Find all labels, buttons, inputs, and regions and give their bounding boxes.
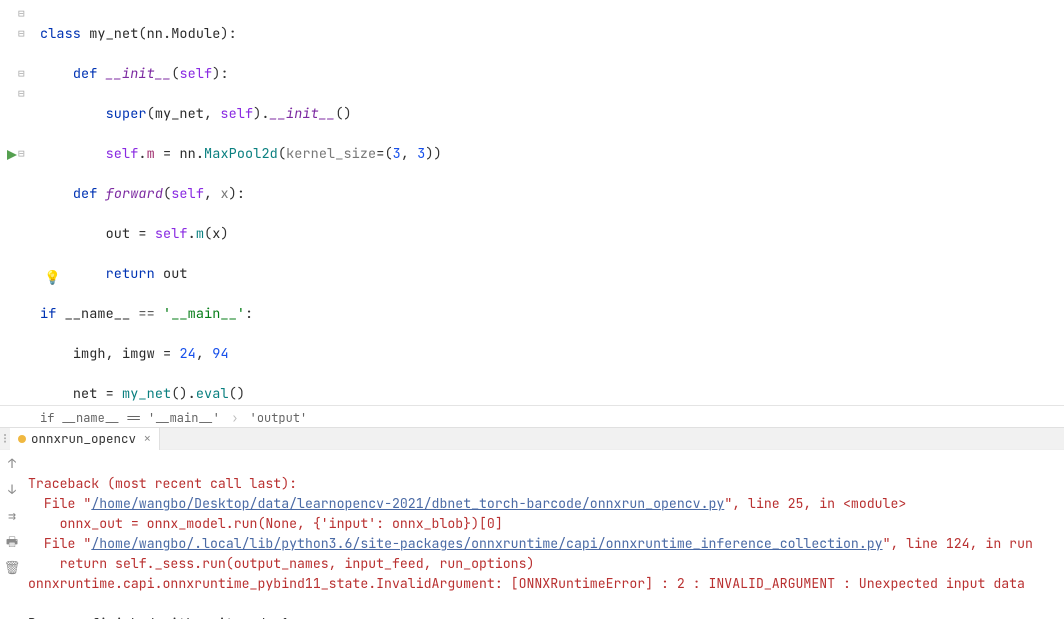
code-line[interactable]: def __init__(self): [40, 64, 1064, 84]
trace-code: return self._sess.run(output_names, inpu… [28, 555, 534, 572]
breadcrumb[interactable]: if __name__ == '__main__' › 'output' [0, 405, 1064, 427]
console-output[interactable]: Traceback (most recent call last): File … [24, 450, 1064, 619]
code-editor[interactable]: 💡 ⊟⊟⊟⊟⊟ class my_net(nn.Module): def __i… [0, 0, 1064, 405]
code-line[interactable]: out = self.m(x) [40, 224, 1064, 244]
run-gutter-icon[interactable] [6, 147, 18, 167]
editor-gutter: 💡 ⊟⊟⊟⊟⊟ [0, 0, 35, 405]
print-icon[interactable]: 🖶 [6, 532, 18, 552]
status-dot-icon [18, 435, 26, 443]
code-line[interactable]: imgh, imgw = 24, 94 [40, 344, 1064, 364]
code-line[interactable]: if __name__ == '__main__': [40, 304, 1064, 324]
wrap-icon[interactable]: ⇉ [8, 506, 16, 526]
run-tab[interactable]: onnxrun_opencv ✕ [10, 428, 160, 450]
traceback-header: Traceback (most recent call last): [28, 475, 297, 492]
breadcrumb-b[interactable]: 'output' [250, 410, 308, 426]
exit-code: Process finished with exit code 1 [28, 615, 289, 619]
error-message: onnxruntime.capi.onnxruntime_pybind11_st… [28, 575, 1025, 592]
code-line[interactable]: self.m = nn.MaxPool2d(kernel_size=(3, 3)… [40, 144, 1064, 164]
drag-handle-icon[interactable]: ⁝ [0, 429, 10, 449]
code-body[interactable]: class my_net(nn.Module): def __init__(se… [40, 0, 1064, 405]
trace-line: File "/home/wangbo/Desktop/data/learnope… [28, 495, 906, 512]
fold-icon[interactable]: ⊟ [18, 64, 25, 84]
fold-icon[interactable]: ⊟ [18, 84, 25, 104]
trace-line: File "/home/wangbo/.local/lib/python3.6/… [28, 535, 1033, 552]
breadcrumb-a[interactable]: if __name__ == '__main__' [40, 410, 220, 426]
chevron-right-icon: › [231, 410, 238, 426]
run-tab-bar: ⁝ onnxrun_opencv ✕ [0, 427, 1064, 449]
close-icon[interactable]: ✕ [144, 429, 151, 449]
trash-icon[interactable]: 🗑 [4, 558, 21, 578]
code-line[interactable]: class my_net(nn.Module): [40, 24, 1064, 44]
source-link[interactable]: /home/wangbo/Desktop/data/learnopencv-20… [91, 495, 724, 512]
step-down-icon[interactable]: ↓ [8, 480, 16, 500]
console-toolbar: ↑ ↓ ⇉ 🖶 🗑 [0, 450, 24, 619]
code-line[interactable]: net = my_net().eval() [40, 384, 1064, 404]
code-line[interactable]: def forward(self, x): [40, 184, 1064, 204]
console-panel: ↑ ↓ ⇉ 🖶 🗑 Traceback (most recent call la… [0, 449, 1064, 619]
run-tab-label: onnxrun_opencv [31, 429, 136, 449]
code-line[interactable]: return out [40, 264, 1064, 284]
step-up-icon[interactable]: ↑ [8, 454, 16, 474]
fold-icon[interactable]: ⊟ [18, 144, 25, 164]
fold-icon[interactable]: ⊟ [18, 4, 25, 24]
code-line[interactable]: super(my_net, self).__init__() [40, 104, 1064, 124]
source-link[interactable]: /home/wangbo/.local/lib/python3.6/site-p… [91, 535, 882, 552]
fold-icon[interactable]: ⊟ [18, 24, 25, 44]
trace-code: onnx_out = onnx_model.run(None, {'input'… [28, 515, 503, 532]
